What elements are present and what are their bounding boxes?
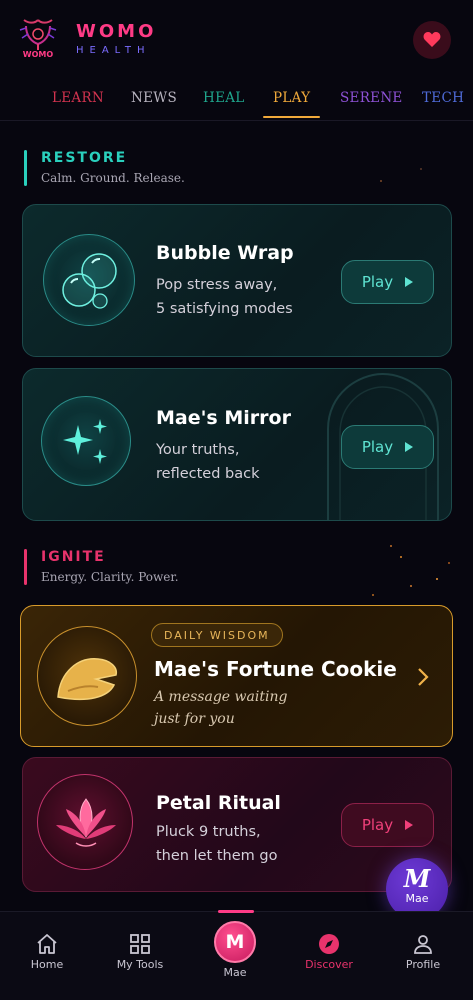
sparkles-icon	[63, 419, 107, 464]
nav-home[interactable]: Home	[7, 912, 87, 1000]
heart-icon	[423, 32, 441, 47]
nav-mae[interactable]: Mae	[195, 912, 275, 1000]
favorites-button[interactable]	[413, 21, 451, 59]
description-line: Pluck 9 truths,	[156, 824, 261, 840]
nav-discover[interactable]: Discover	[289, 912, 369, 1000]
brand-name: WOMO	[76, 21, 157, 42]
play-icon	[405, 820, 414, 830]
description-line: reflected back	[156, 466, 260, 482]
description-line: Your truths,	[156, 442, 240, 458]
bottom-navigation: Home My Tools M Mae Discover Profile	[0, 910, 473, 1000]
nav-my-tools[interactable]: My Tools	[100, 912, 180, 1000]
compass-icon	[319, 934, 339, 954]
home-icon	[37, 934, 57, 954]
nav-label: Mae	[223, 966, 247, 979]
play-label: Play	[361, 273, 394, 291]
bubble-wrap-play-button[interactable]: Play	[341, 260, 434, 304]
section-title: IGNITE	[41, 549, 106, 565]
card-description: A message waiting just for you	[154, 686, 287, 730]
card-description: Pluck 9 truths, then let them go	[156, 820, 277, 868]
play-icon	[405, 277, 414, 287]
mae-fab-letter: M	[403, 864, 431, 893]
card-title: Bubble Wrap	[156, 242, 294, 264]
user-icon	[414, 935, 432, 954]
nav-label: Discover	[305, 958, 353, 971]
lotus-icon	[56, 798, 116, 847]
section-accent-bar	[24, 549, 27, 585]
play-label: Play	[361, 438, 394, 456]
bubble-wrap-card[interactable]: Bubble Wrap Pop stress away, 5 satisfyin…	[22, 204, 452, 357]
bubbles-icon	[62, 253, 117, 309]
play-label: Play	[361, 816, 394, 834]
chevron-right-icon[interactable]	[417, 667, 429, 687]
tabs-divider	[0, 120, 473, 121]
card-description: Pop stress away, 5 satisfying modes	[156, 273, 293, 321]
tab-tech[interactable]: TECH	[422, 90, 464, 106]
play-icon	[405, 442, 414, 452]
fortune-cookie-icon	[57, 658, 118, 701]
petal-ritual-play-button[interactable]: Play	[341, 803, 434, 847]
description-line: 5 satisfying modes	[156, 301, 293, 317]
brand-tagline: HEALTH	[76, 45, 151, 56]
card-title: Mae's Fortune Cookie	[154, 657, 397, 681]
bubble-wrap-icon-circle	[43, 234, 135, 326]
petal-ritual-icon-circle	[37, 774, 133, 870]
section-accent-bar	[24, 150, 27, 186]
description-line: Pop stress away,	[156, 277, 278, 293]
maes-mirror-card[interactable]: Mae's Mirror Your truths, reflected back…	[22, 368, 452, 521]
maes-mirror-play-button[interactable]: Play	[341, 425, 434, 469]
womo-logo: WOMO	[16, 14, 60, 60]
mae-fab-label: Mae	[405, 892, 429, 905]
active-tab-indicator	[263, 116, 320, 118]
daily-wisdom-badge: DAILY WISDOM	[151, 623, 283, 647]
section-subtitle: Energy. Clarity. Power.	[41, 570, 179, 584]
nav-label: My Tools	[116, 958, 164, 971]
description-line: A message waiting	[154, 689, 288, 705]
description-line: then let them go	[156, 848, 278, 864]
nav-label: Home	[30, 958, 64, 971]
card-title: Mae's Mirror	[156, 407, 291, 429]
description-line: just for you	[154, 711, 235, 727]
fortune-cookie-card[interactable]: DAILY WISDOM Mae's Fortune Cookie A mess…	[20, 605, 453, 747]
fortune-cookie-icon-circle	[37, 626, 137, 726]
brand-wordmark: WOMO HEALTH	[76, 22, 156, 57]
tab-heal[interactable]: HEAL	[203, 90, 245, 106]
maes-mirror-icon-circle	[41, 396, 131, 486]
grid-icon	[130, 934, 150, 954]
app-header: WOMO WOMO HEALTH	[0, 0, 473, 80]
section-subtitle: Calm. Ground. Release.	[41, 171, 185, 185]
svg-text:WOMO: WOMO	[23, 50, 54, 59]
nav-profile[interactable]: Profile	[383, 912, 463, 1000]
tab-learn[interactable]: LEARN	[52, 90, 104, 106]
card-description: Your truths, reflected back	[156, 438, 259, 486]
section-title: RESTORE	[41, 150, 128, 166]
tab-play[interactable]: PLAY	[273, 90, 310, 106]
card-title: Petal Ritual	[156, 792, 281, 814]
tab-serene[interactable]: SERENE	[340, 90, 403, 106]
tab-news[interactable]: NEWS	[131, 90, 177, 106]
nav-label: Profile	[405, 958, 441, 971]
category-tabs: LEARN NEWS HEAL PLAY SERENE TECH	[0, 86, 473, 120]
